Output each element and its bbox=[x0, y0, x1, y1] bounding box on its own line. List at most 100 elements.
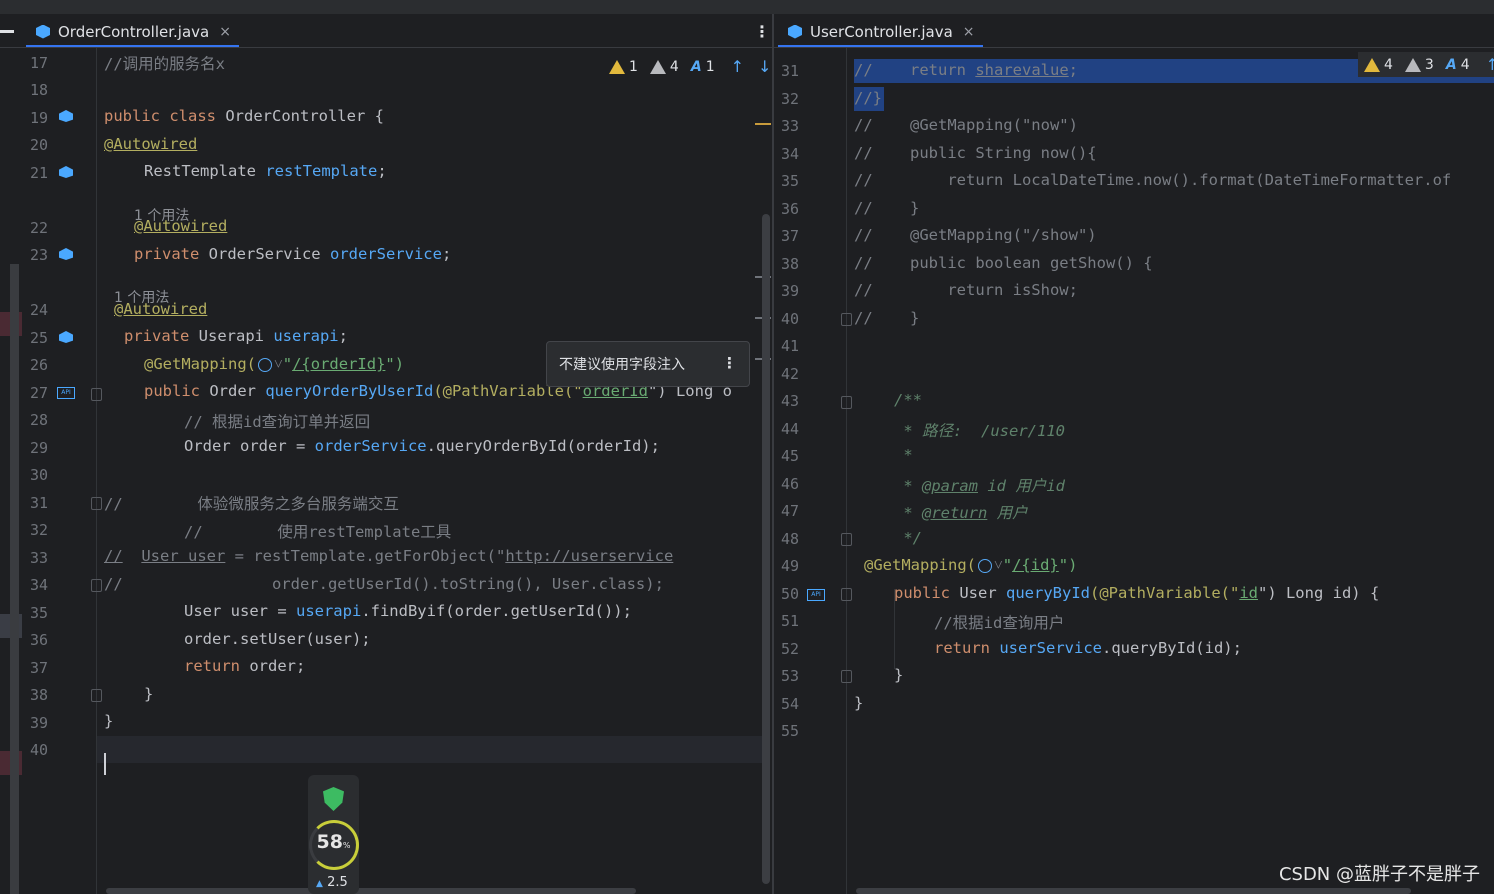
javadoc-end[interactable]: */ bbox=[894, 529, 922, 547]
java-class-icon bbox=[36, 24, 50, 39]
fold-icon[interactable] bbox=[91, 497, 102, 510]
security-score-widget[interactable]: 58% ▲ 2.5 bbox=[308, 775, 359, 894]
tooltip-menu-icon[interactable]: ⋮ bbox=[722, 354, 737, 372]
line-number: 32 bbox=[780, 90, 799, 108]
code-annotation[interactable]: @Autowired bbox=[134, 217, 227, 235]
left-vertical-scrollbar[interactable] bbox=[762, 214, 770, 884]
code-comment[interactable]: //} bbox=[854, 89, 882, 107]
code-comment[interactable]: //根据id查询用户 bbox=[934, 611, 1064, 633]
line-number: 35 bbox=[29, 604, 48, 622]
fold-icon[interactable] bbox=[91, 579, 102, 592]
line-number: 40 bbox=[780, 310, 799, 328]
line-number: 20 bbox=[29, 136, 48, 154]
code-comment[interactable]: // @GetMapping("/show") bbox=[854, 226, 1097, 244]
line-number: 53 bbox=[780, 667, 799, 685]
code-annotation[interactable]: @Autowired bbox=[104, 135, 197, 153]
line-number: 54 bbox=[780, 695, 799, 713]
code-comment[interactable]: // public String now(){ bbox=[854, 144, 1097, 162]
fold-icon[interactable] bbox=[91, 388, 102, 401]
api-endpoint-icon[interactable]: API bbox=[57, 387, 75, 399]
weak-warning-icon bbox=[1404, 57, 1421, 72]
javadoc-line[interactable]: * 路径: /user/110 bbox=[894, 419, 1065, 441]
fold-icon[interactable] bbox=[841, 588, 852, 601]
right-horizontal-scrollbar[interactable] bbox=[856, 888, 1411, 894]
fold-icon[interactable] bbox=[841, 313, 852, 326]
code-line-26[interactable]: @GetMapping(˅"/{orderId}") bbox=[144, 355, 404, 374]
code-line-31[interactable]: // 体验微服务之多台服务端交互 bbox=[104, 492, 399, 514]
code-line-33[interactable]: // User user = restTemplate.getForObject… bbox=[104, 547, 673, 565]
close-tab-icon[interactable]: × bbox=[219, 24, 231, 40]
code-comment[interactable]: // } bbox=[854, 199, 919, 217]
fold-icon[interactable] bbox=[91, 689, 102, 702]
code-comment[interactable]: //调用的服务名x bbox=[104, 52, 225, 74]
code-line-37[interactable]: return order; bbox=[184, 657, 305, 675]
code-line-19[interactable]: public class OrderController { bbox=[104, 107, 384, 125]
right-inspection-widget[interactable]: 4 3 A4 ↑ bbox=[1358, 52, 1494, 77]
field-injection-tooltip[interactable]: 不建议使用字段注入 ⋮ bbox=[546, 341, 750, 387]
code-annotation[interactable]: @Autowired bbox=[114, 300, 207, 318]
code-line-21[interactable]: RestTemplate restTemplate; bbox=[144, 162, 387, 180]
code-comment[interactable]: // } bbox=[854, 309, 919, 327]
next-highlight-icon[interactable]: ↓ bbox=[758, 57, 771, 76]
weak-warning-count: 3 bbox=[1424, 56, 1434, 73]
line-number: 51 bbox=[780, 612, 799, 630]
line-number: 35 bbox=[780, 172, 799, 190]
fold-icon[interactable] bbox=[841, 670, 852, 683]
bean-icon[interactable] bbox=[59, 248, 73, 260]
code-line-35[interactable]: User user = userapi.findByif(order.getUs… bbox=[184, 602, 632, 620]
weak-warning-count: 4 bbox=[669, 58, 679, 75]
tab-menu-icon[interactable]: ⋮ bbox=[754, 22, 770, 41]
code-line-25[interactable]: private Userapi userapi; bbox=[124, 327, 348, 345]
code-line-52[interactable]: return userService.queryById(id); bbox=[934, 639, 1242, 657]
minimize-icon[interactable] bbox=[0, 30, 14, 33]
javadoc-start[interactable]: /** bbox=[894, 391, 922, 409]
api-endpoint-icon[interactable]: API bbox=[807, 589, 825, 601]
code-line-38[interactable]: } bbox=[144, 685, 153, 703]
text-caret bbox=[104, 753, 106, 775]
bean-search-icon[interactable] bbox=[59, 110, 73, 122]
code-line-23[interactable]: private OrderService orderService; bbox=[134, 245, 451, 263]
line-number: 52 bbox=[780, 640, 799, 658]
line-number: 47 bbox=[780, 502, 799, 520]
code-line-36[interactable]: order.setUser(user); bbox=[184, 630, 371, 648]
code-line-53[interactable]: } bbox=[894, 666, 903, 684]
code-line-54[interactable]: } bbox=[854, 694, 863, 712]
code-line-31[interactable]: // return sharevalue; bbox=[854, 61, 1078, 79]
line-number: 30 bbox=[29, 466, 48, 484]
code-comment[interactable]: // return isShow; bbox=[854, 281, 1078, 299]
code-line-50[interactable]: public User queryById(@PathVariable("id"… bbox=[894, 584, 1379, 602]
fold-icon[interactable] bbox=[841, 396, 852, 409]
code-line-34[interactable]: // order.getUserId().toString(), User.cl… bbox=[104, 575, 664, 593]
fold-icon[interactable] bbox=[841, 533, 852, 546]
code-comment[interactable]: // return LocalDateTime.now().format(Dat… bbox=[854, 171, 1451, 189]
weak-warning-icon bbox=[649, 59, 666, 74]
bean-icon[interactable] bbox=[59, 331, 73, 343]
line-number: 43 bbox=[780, 392, 799, 410]
line-number: 50 bbox=[780, 585, 799, 603]
code-comment[interactable]: // 根据id查询订单并返回 bbox=[184, 410, 370, 432]
globe-icon[interactable] bbox=[257, 357, 272, 372]
typo-count: 4 bbox=[1460, 56, 1470, 73]
top-navigation-strip bbox=[0, 0, 1494, 14]
left-inspection-widget[interactable]: 1 4 A1 ↑ ↓ bbox=[609, 57, 771, 76]
tab-order-controller[interactable]: OrderController.java × bbox=[26, 18, 239, 47]
code-comment[interactable]: // 使用restTemplate工具 bbox=[184, 520, 451, 542]
javadoc-param[interactable]: * @param id 用户id bbox=[894, 474, 1065, 496]
previous-highlight-icon[interactable]: ↑ bbox=[731, 57, 744, 76]
close-tab-icon[interactable]: × bbox=[963, 24, 975, 40]
code-line-39[interactable]: } bbox=[104, 712, 113, 730]
left-editor-pane: OrderController.java × ⋮ 17 18 19 20 21 … bbox=[0, 14, 772, 894]
javadoc-return[interactable]: * @return 用户 bbox=[894, 501, 1027, 523]
java-class-icon bbox=[788, 24, 802, 39]
previous-highlight-icon[interactable]: ↑ bbox=[1486, 55, 1494, 74]
left-horizontal-scrollbar[interactable] bbox=[106, 888, 636, 894]
code-line-29[interactable]: Order order = orderService.queryOrderByI… bbox=[184, 437, 660, 455]
code-comment[interactable]: // public boolean getShow() { bbox=[854, 254, 1153, 272]
bean-icon[interactable] bbox=[59, 166, 73, 178]
tab-user-controller[interactable]: UserController.java × bbox=[778, 18, 983, 47]
code-line-49[interactable]: @GetMapping(˅"/{id}") bbox=[864, 556, 1077, 575]
line-number: 45 bbox=[780, 447, 799, 465]
javadoc-line[interactable]: * bbox=[894, 446, 912, 464]
code-comment[interactable]: // @GetMapping("now") bbox=[854, 116, 1078, 134]
globe-icon[interactable] bbox=[977, 558, 992, 573]
